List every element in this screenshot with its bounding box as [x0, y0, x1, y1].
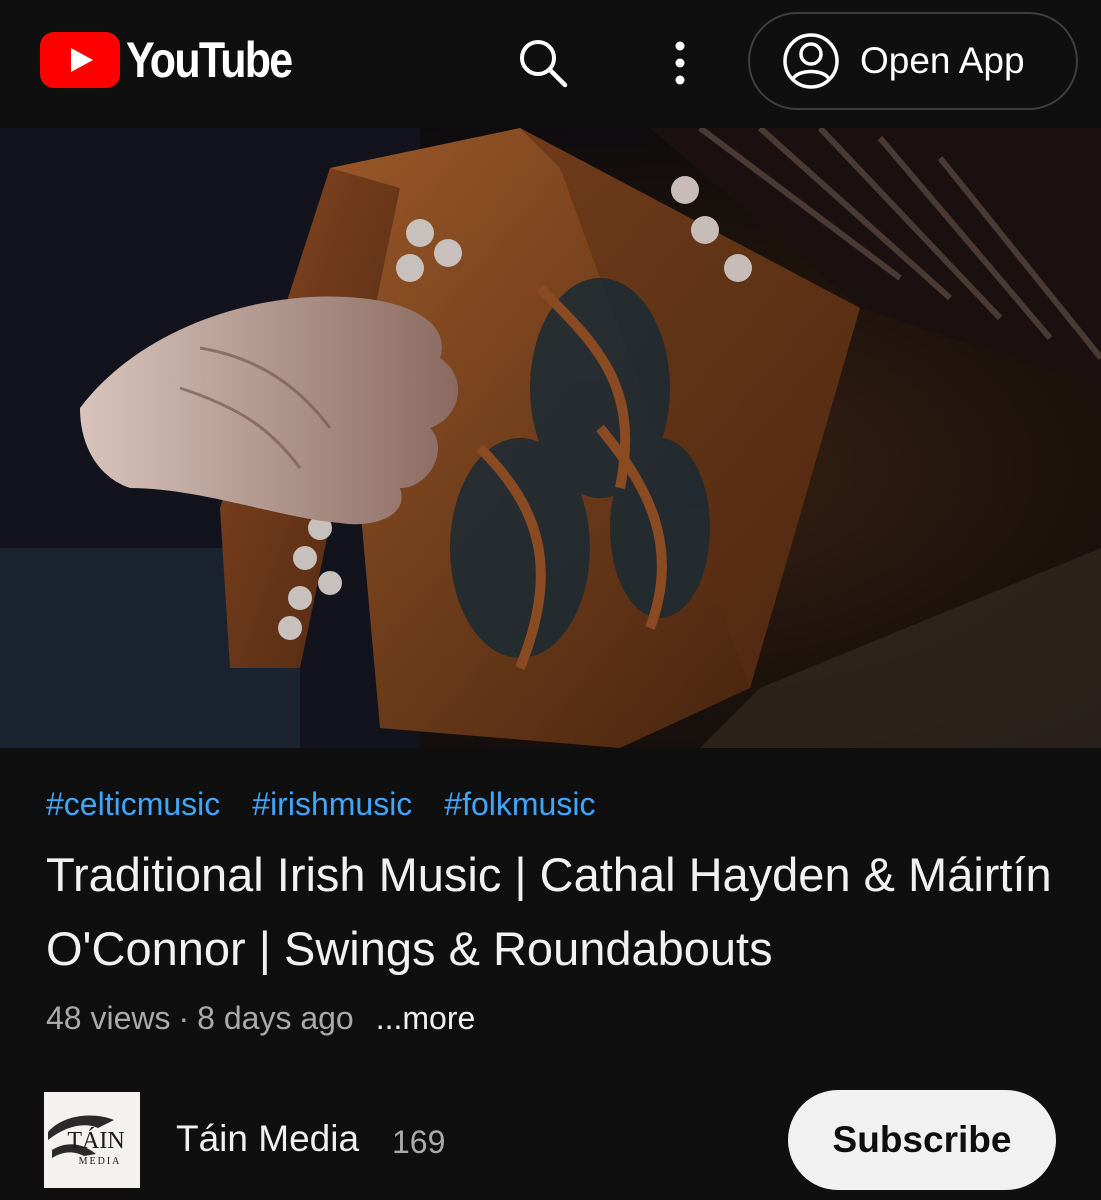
more-description-link[interactable]: ...more — [376, 1000, 476, 1037]
meta-separator: · — [178, 1000, 190, 1036]
top-app-bar: YouTube Open App — [0, 0, 1101, 128]
upload-age: 8 days ago — [197, 1000, 354, 1036]
video-frame-image — [0, 128, 1101, 748]
hashtag-link[interactable]: #celticmusic — [46, 786, 220, 823]
account-circle-icon — [783, 33, 839, 89]
more-vertical-icon — [675, 41, 685, 85]
youtube-logo[interactable]: YouTube — [40, 32, 318, 88]
avatar-text: TÁIN — [67, 1128, 124, 1154]
channel-avatar[interactable]: TÁIN MEDIA — [44, 1092, 140, 1188]
youtube-play-icon — [40, 32, 120, 88]
video-metadata: 48 views · 8 days ago ...more — [46, 1000, 475, 1037]
video-player[interactable] — [0, 128, 1101, 748]
hashtag-list: #celticmusic #irishmusic #folkmusic — [46, 786, 595, 823]
more-options-button[interactable] — [650, 30, 710, 96]
open-app-button[interactable]: Open App — [748, 12, 1078, 110]
avatar-subtext: MEDIA — [79, 1156, 122, 1167]
subscribe-label: Subscribe — [832, 1119, 1012, 1160]
channel-row: TÁIN MEDIA Táin Media 169 Subscribe — [0, 1088, 1101, 1192]
channel-logo-image: TÁIN MEDIA — [44, 1092, 140, 1188]
subscribe-button[interactable]: Subscribe — [788, 1090, 1056, 1190]
open-app-label: Open App — [860, 40, 1025, 81]
subscriber-count: 169 — [392, 1124, 446, 1160]
hashtag-link[interactable]: #folkmusic — [444, 786, 595, 823]
logo-text: YouTube — [126, 32, 293, 88]
view-count: 48 views — [46, 1000, 171, 1036]
search-button[interactable] — [510, 30, 576, 96]
search-icon — [520, 40, 568, 88]
channel-name[interactable]: Táin Media — [176, 1118, 359, 1160]
video-title: Traditional Irish Music | Cathal Hayden … — [46, 848, 1052, 975]
hashtag-link[interactable]: #irishmusic — [252, 786, 412, 823]
